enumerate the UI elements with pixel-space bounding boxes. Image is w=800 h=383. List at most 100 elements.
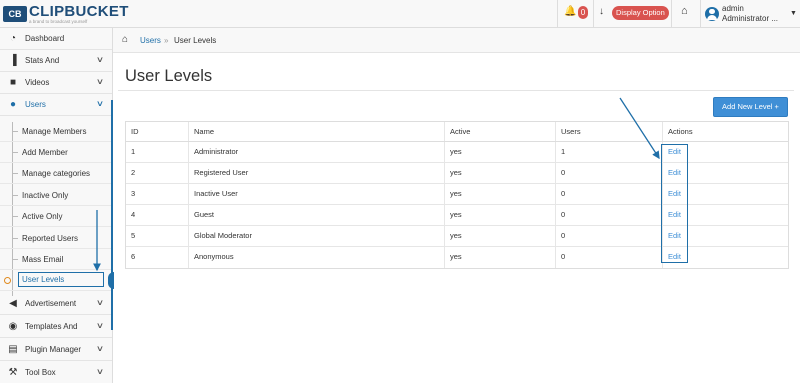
clipbucket-logo[interactable]: CB CLIPBUCKET a brand to broadcast yours…: [3, 3, 129, 25]
cell-id: 6: [131, 252, 136, 261]
download-icon[interactable]: ↓: [599, 7, 604, 17]
chevron-down-icon: ∨: [95, 298, 105, 307]
sidebar-item-label: Videos: [25, 78, 50, 87]
cell-id: 1: [131, 147, 136, 156]
cell-active: yes: [444, 184, 555, 204]
chevron-down-icon: ∨: [95, 367, 105, 376]
megaphone-icon: ◀: [9, 298, 17, 309]
divider: [118, 90, 794, 91]
breadcrumb-current: User Levels: [174, 36, 217, 45]
cell-active: yes: [444, 163, 555, 183]
sidebar-item-videos[interactable]: ■ Videos ∨: [0, 72, 112, 94]
logo-tagline: a brand to broadcast yourself: [29, 18, 88, 24]
submenu-item-label: User Levels: [22, 275, 65, 284]
sidebar-item-users[interactable]: ● Users ∨: [0, 94, 112, 116]
chevron-down-icon: ∨: [95, 77, 105, 86]
table-row: 1 Administrator yes 1 Edit: [126, 142, 788, 163]
logo-name: CLIPBUCKET: [29, 2, 129, 20]
cell-users: 0: [555, 184, 662, 204]
cell-id: 5: [131, 231, 136, 240]
table-row: 6 Anonymous yes 0 Edit: [126, 247, 788, 268]
sidebar-item-label: Tool Box: [25, 368, 56, 377]
submenu-item-user-levels[interactable]: User Levels: [0, 270, 114, 291]
column-header: Name: [188, 122, 444, 141]
chevron-down-icon: ∨: [95, 321, 105, 330]
submenu-item-inactive-only[interactable]: Inactive Only: [0, 185, 112, 206]
sidebar: ◔ Dashboard ▐ Stats And ∨ ■ Videos ∨ ● U…: [0, 28, 114, 383]
breadcrumb-link-users[interactable]: Users: [140, 36, 161, 45]
sidebar-item-label: Users: [25, 100, 46, 109]
cell-active: yes: [444, 205, 555, 225]
submenu-item-add-member[interactable]: Add Member: [0, 142, 112, 163]
sidebar-item-label: Advertisement: [25, 299, 77, 308]
breadcrumb: ⌂ Users » User Levels: [113, 28, 800, 53]
user-menu[interactable]: admin Administrator ... ▼: [704, 3, 800, 25]
cell-name: Registered User: [188, 163, 444, 183]
wrench-icon: ⚒: [8, 367, 18, 378]
caret-down-icon[interactable]: ▼: [790, 10, 797, 17]
add-new-level-button[interactable]: Add New Level +: [713, 97, 788, 117]
sidebar-item-plugin-manager[interactable]: ▤ Plugin Manager ∨: [0, 339, 112, 361]
cell-name: Administrator: [188, 142, 444, 162]
cell-id: 2: [131, 168, 136, 177]
logo-mark: CB: [3, 6, 27, 22]
sidebar-item-dashboard[interactable]: ◔ Dashboard: [0, 28, 112, 50]
cell-name: Global Moderator: [188, 226, 444, 246]
sidebar-item-label: Dashboard: [25, 34, 65, 43]
sidebar-item-stats[interactable]: ▐ Stats And ∨: [0, 50, 112, 72]
sidebar-item-label: Templates And: [25, 322, 78, 331]
notification-count-badge[interactable]: 0: [578, 6, 588, 19]
cell-users: 0: [555, 247, 662, 268]
user-avatar-icon: [705, 7, 719, 21]
cell-active: yes: [444, 247, 555, 268]
table-header-row: ID Name Active Users Actions: [126, 122, 788, 142]
submenu-item-reported-users[interactable]: Reported Users: [0, 228, 112, 249]
sidebar-item-label: Plugin Manager: [25, 345, 82, 354]
user-role: Administrator ...: [722, 14, 779, 23]
bell-icon[interactable]: 🔔: [564, 7, 576, 17]
active-section-indicator: [111, 100, 113, 330]
chevron-down-icon: ∨: [95, 344, 105, 353]
chevron-down-icon: ∨: [95, 99, 105, 108]
plugin-icon: ▤: [8, 344, 18, 355]
current-page-marker-icon: [4, 277, 11, 284]
cell-users: 0: [555, 226, 662, 246]
cell-id: 4: [131, 210, 136, 219]
submenu-item-label: Inactive Only: [22, 191, 69, 200]
submenu-item-manage-categories[interactable]: Manage categories: [0, 163, 112, 184]
column-header: Users: [555, 122, 662, 141]
cell-users: 0: [555, 163, 662, 183]
top-navbar: CB CLIPBUCKET a brand to broadcast yours…: [0, 0, 800, 28]
table-row: 3 Inactive User yes 0 Edit: [126, 184, 788, 205]
cell-active: yes: [444, 142, 555, 162]
submenu-item-manage-members[interactable]: Manage Members: [0, 121, 112, 142]
cell-users: 1: [555, 142, 662, 162]
submenu-item-label: Active Only: [22, 212, 63, 221]
submenu-item-mass-email[interactable]: Mass Email: [0, 249, 112, 270]
user-name: admin: [722, 4, 744, 13]
submenu-item-label: Mass Email: [22, 255, 64, 264]
home-icon[interactable]: ⌂: [681, 6, 688, 17]
sidebar-item-label: Stats And: [25, 56, 60, 65]
column-header: ID: [131, 127, 139, 136]
submenu-item-label: Manage categories: [22, 169, 91, 178]
user-icon: ●: [9, 99, 17, 110]
sidebar-item-tool-box[interactable]: ⚒ Tool Box ∨: [0, 362, 112, 383]
cell-id: 3: [131, 189, 136, 198]
divider: [557, 0, 558, 28]
cell-active: yes: [444, 226, 555, 246]
table-row: 2 Registered User yes 0 Edit: [126, 163, 788, 184]
home-icon[interactable]: ⌂: [122, 34, 128, 45]
sidebar-item-templates[interactable]: ◉ Templates And ∨: [0, 316, 112, 338]
display-option-button[interactable]: Display Option: [612, 6, 669, 20]
submenu-item-label: Manage Members: [22, 127, 87, 136]
cell-name: Inactive User: [188, 184, 444, 204]
user-levels-table: ID Name Active Users Actions 1 Administr…: [125, 121, 789, 269]
sidebar-item-advertisement[interactable]: ◀ Advertisement ∨: [0, 293, 112, 315]
submenu-item-label: Add Member: [22, 148, 68, 157]
submenu-item-active-only[interactable]: Active Only: [0, 206, 112, 227]
cell-users: 0: [555, 205, 662, 225]
divider: [593, 0, 594, 28]
divider: [700, 0, 701, 28]
breadcrumb-separator: »: [164, 36, 169, 45]
